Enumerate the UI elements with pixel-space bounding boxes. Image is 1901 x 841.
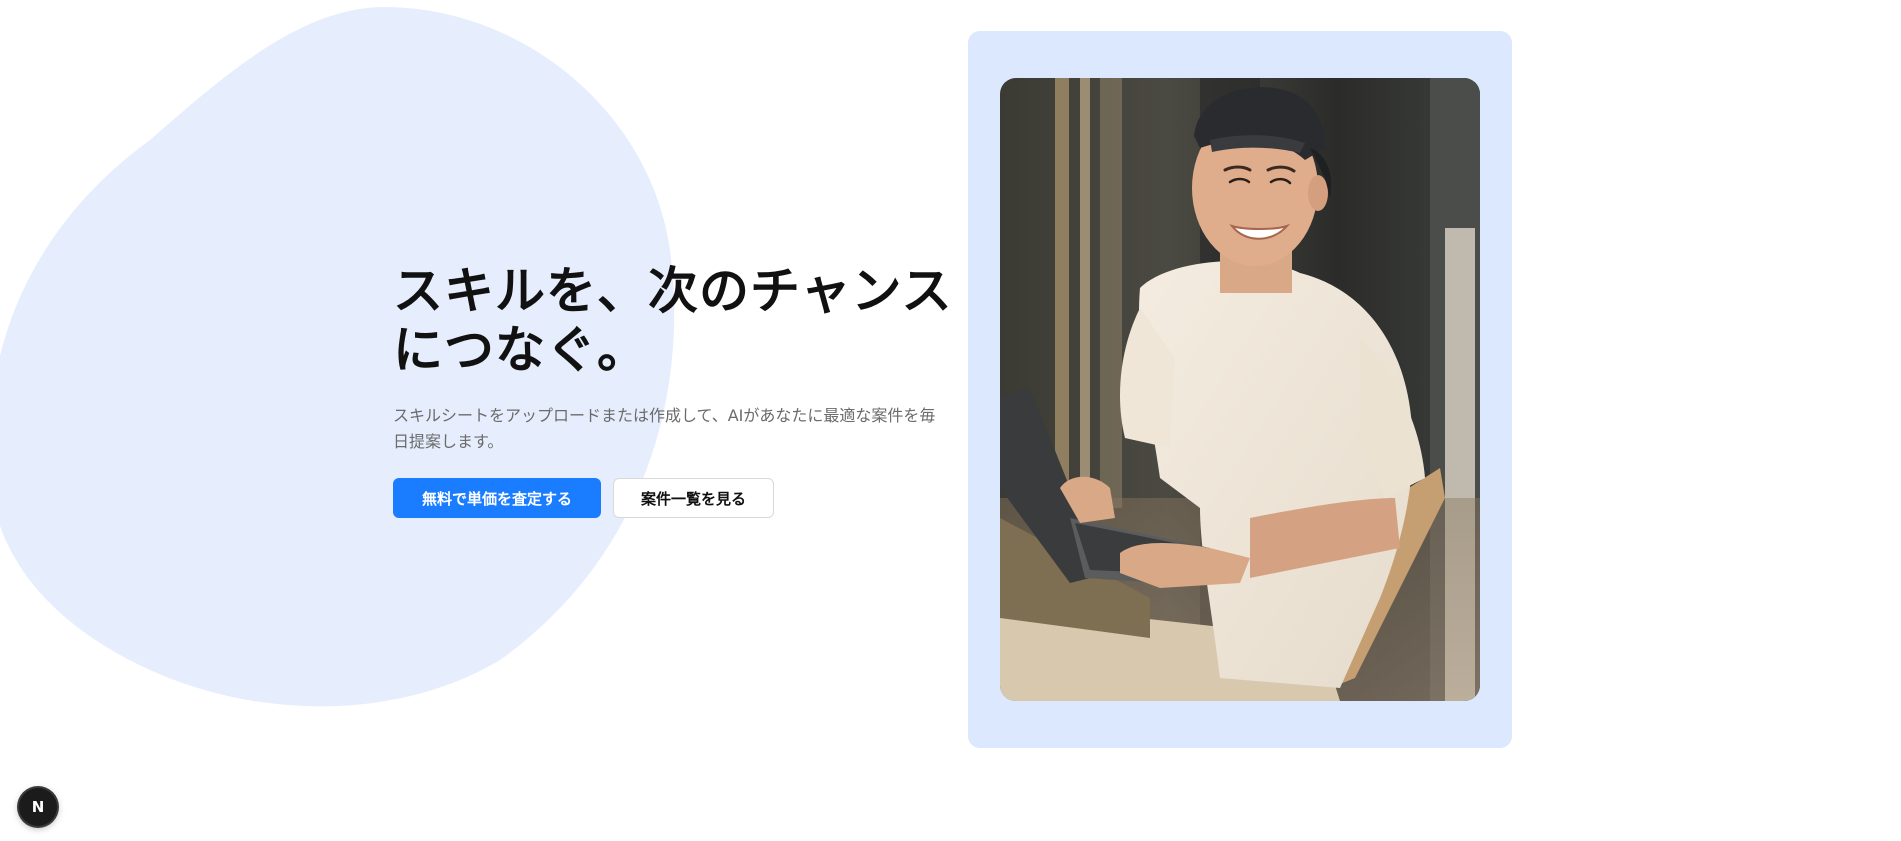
landing-page: スキルを、次のチャンス につなぐ。 スキルシートをアップロードまたは作成して、A… bbox=[0, 0, 1901, 841]
view-jobs-button[interactable]: 案件一覧を見る bbox=[613, 478, 774, 518]
hero-actions: 無料で単価を査定する 案件一覧を見る bbox=[393, 478, 953, 518]
hero-description: スキルシートをアップロードまたは作成して、AIがあなたに最適な案件を毎日提案しま… bbox=[393, 406, 936, 451]
hero-photo-frame bbox=[968, 31, 1512, 748]
nextjs-logo-icon[interactable]: N bbox=[19, 788, 57, 826]
hero-photo-illustration bbox=[1000, 78, 1480, 701]
hero-title-line-1: スキルを、次のチャンス bbox=[393, 262, 953, 320]
hero-title: スキルを、次のチャンス につなぐ。 bbox=[393, 262, 953, 380]
hero-section: スキルを、次のチャンス につなぐ。 スキルシートをアップロードまたは作成して、A… bbox=[393, 262, 953, 518]
free-estimate-button[interactable]: 無料で単価を査定する bbox=[393, 478, 601, 518]
hero-title-line-2: につなぐ。 bbox=[393, 321, 648, 379]
hero-photo bbox=[1000, 78, 1480, 701]
